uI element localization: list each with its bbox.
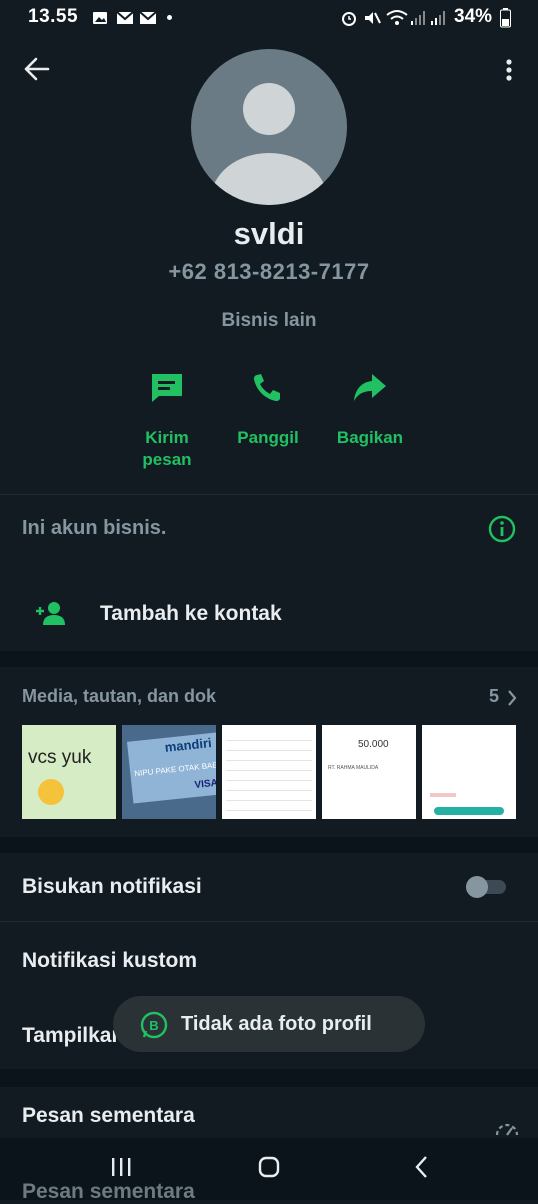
wifi-icon — [386, 10, 408, 25]
back-arrow-icon[interactable] — [24, 57, 50, 81]
thumb-card-text: NIPU PAKE OTAK BAE — [133, 760, 216, 779]
notification-dot-icon — [167, 15, 172, 20]
status-bar: 13.55 34% — [0, 0, 538, 36]
mute-notifications-label: Bisukan notifikasi — [22, 875, 202, 898]
media-title: Media, tautan, dan dok — [22, 686, 217, 706]
add-contact-label: Tambah ke kontak — [100, 602, 282, 625]
section-gap — [0, 651, 538, 667]
toast-text: Tidak ada foto profil — [181, 1013, 372, 1035]
section-gap — [0, 837, 538, 853]
section-gap — [0, 1069, 538, 1087]
svg-text:B: B — [149, 1018, 158, 1033]
share-icon — [354, 374, 386, 401]
business-notice-text: Ini akun bisnis. — [22, 517, 167, 539]
gallery-icon — [93, 12, 107, 24]
temp-msg-row[interactable]: Pesan sementara — [0, 1087, 538, 1138]
temp-msg-label-partial: Pesan sementara — [22, 1180, 195, 1203]
temp-msg-label: Pesan sementara — [22, 1104, 195, 1127]
business-notice-row[interactable]: Ini akun bisnis. — [0, 495, 538, 577]
contact-phone: +62 813-8213-7177 — [168, 259, 370, 284]
media-thumb[interactable]: 50.000 RT. RAHMA MAULIDA — [322, 725, 416, 819]
battery-percent: 34% — [454, 6, 493, 27]
recent-apps-icon[interactable] — [110, 1156, 132, 1178]
thumb-payee: RT. RAHMA MAULIDA — [328, 765, 379, 771]
custom-notifications-label[interactable]: Notifikasi kustom — [22, 949, 197, 973]
toast: B Tidak ada foto profil — [113, 996, 425, 1052]
mute-toggle[interactable] — [466, 876, 506, 898]
default-avatar-icon — [211, 83, 327, 205]
alarm-icon — [342, 12, 356, 26]
mail-icon — [139, 11, 157, 24]
home-icon[interactable] — [258, 1156, 282, 1180]
thumb-button — [434, 807, 504, 815]
media-thumb[interactable]: mandiri NIPU PAKE OTAK BAE VISA — [122, 725, 216, 819]
avatar[interactable] — [191, 49, 347, 205]
thumb-amount: 50.000 — [358, 739, 389, 750]
call-button[interactable]: Panggil — [213, 370, 323, 449]
call-label: Panggil — [237, 428, 299, 447]
business-category: Bisnis lain — [221, 310, 317, 331]
emoji-icon — [38, 779, 64, 805]
add-contact-row[interactable]: Tambah ke kontak — [0, 577, 538, 651]
media-thumb[interactable] — [422, 725, 516, 819]
more-options-icon[interactable] — [504, 58, 514, 82]
signal-icon — [431, 11, 445, 25]
timer-icon — [495, 1123, 519, 1136]
signal-icon — [411, 11, 425, 25]
status-time: 13.55 — [28, 6, 79, 27]
whatsapp-business-icon: B — [140, 1011, 168, 1039]
mail-icon — [116, 11, 134, 24]
thumb-warning — [430, 793, 456, 797]
thumb-brand: mandiri — [164, 735, 213, 755]
media-thumb[interactable]: vcs yuk — [22, 725, 116, 819]
thumb-visa: VISA — [194, 777, 216, 792]
message-label-1: Kirim — [145, 428, 189, 447]
message-label-2: pesan — [142, 450, 192, 469]
thumb-text: vcs yuk — [28, 747, 92, 768]
contact-name: svldi — [233, 216, 305, 251]
toggle-knob — [466, 876, 488, 898]
media-thumb[interactable] — [222, 725, 316, 819]
battery-icon — [500, 8, 511, 28]
info-icon[interactable] — [488, 515, 516, 543]
system-nav-bar: Pesan sementara — [0, 1138, 538, 1203]
share-button[interactable]: Bagikan — [315, 370, 425, 449]
divider — [0, 921, 538, 922]
message-button[interactable]: Kirim pesan — [112, 370, 222, 471]
phone-icon — [254, 374, 280, 401]
media-count[interactable]: 5 — [489, 686, 499, 707]
chevron-right-icon[interactable] — [506, 689, 518, 707]
mute-icon — [365, 12, 381, 24]
message-icon — [152, 374, 182, 402]
thumb-list — [226, 731, 312, 817]
add-person-icon — [36, 602, 65, 625]
share-label: Bagikan — [336, 428, 404, 447]
back-nav-icon[interactable] — [414, 1155, 430, 1179]
